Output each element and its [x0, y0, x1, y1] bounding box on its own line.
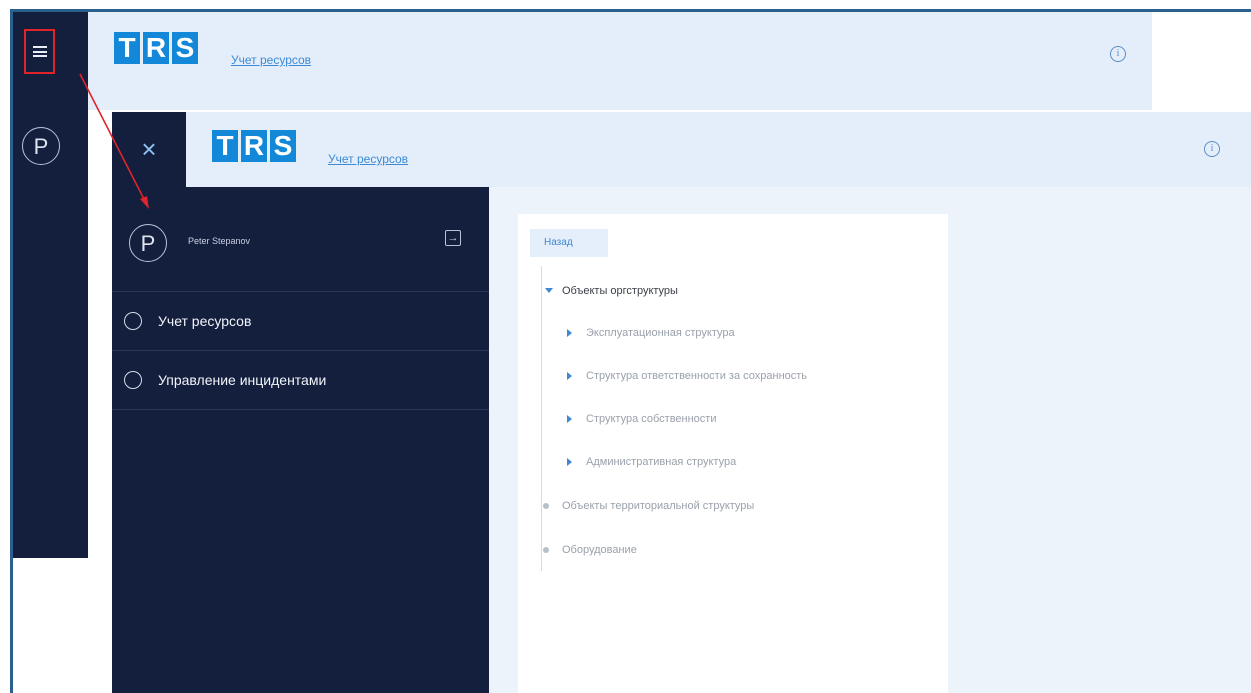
menu-item-label: Управление инцидентами [158, 372, 327, 388]
collapsed-caret-icon [567, 458, 572, 466]
menu-item-resource-accounting[interactable]: Учет ресурсов [112, 292, 489, 351]
background-nav-rail: P [13, 12, 88, 558]
trs-logo[interactable]: T R S [114, 32, 198, 64]
leaf-dot-icon [543, 547, 549, 553]
logout-icon[interactable]: → [445, 230, 461, 246]
overlay-app-link[interactable]: Учет ресурсов [328, 152, 408, 166]
tree-guide-line [541, 266, 542, 571]
background-app-link[interactable]: Учет ресурсов [231, 53, 311, 67]
overlay-header: × T R S Учет ресурсов i [112, 112, 1251, 187]
tree-node-label: Оборудование [562, 544, 637, 556]
tree-node-custody-responsibility[interactable]: Структура ответственности за сохранность [567, 370, 808, 382]
tree-node-territorial[interactable]: Объекты территориальной структуры [543, 500, 755, 512]
menu-item-incident-management[interactable]: Управление инцидентами [112, 351, 489, 410]
hamburger-icon [32, 46, 47, 57]
tree-node-label: Объекты оргструктуры [562, 285, 678, 297]
tree-node-administrative[interactable]: Административная структура [567, 456, 737, 468]
info-icon[interactable]: i [1204, 141, 1220, 157]
background-user-avatar[interactable]: P [22, 127, 60, 165]
collapsed-caret-icon [567, 329, 572, 337]
tree-node-label: Объекты территориальной структуры [562, 500, 755, 512]
tree-node-label: Административная структура [586, 456, 737, 468]
tree-node-label: Структура собственности [586, 413, 717, 425]
user-name: Peter Stepanov [188, 236, 251, 246]
user-profile-row: P Peter Stepanov → [112, 187, 489, 292]
back-button[interactable]: Назад [530, 229, 608, 257]
tree-node-operational[interactable]: Эксплуатационная структура [567, 327, 735, 339]
tree-node-org-structure[interactable]: Объекты оргструктуры [545, 285, 678, 297]
logo-letter-s: S [172, 32, 198, 64]
close-icon: × [141, 134, 157, 164]
navigation-drawer: P Peter Stepanov → Учет ресурсов Управле… [112, 187, 489, 693]
close-menu-button[interactable]: × [112, 112, 186, 187]
logo-letter-t: T [212, 130, 238, 162]
user-avatar[interactable]: P [129, 224, 167, 262]
logo-letter-r: R [241, 130, 267, 162]
logo-letter-r: R [143, 32, 169, 64]
tree-node-label: Эксплуатационная структура [586, 327, 735, 339]
tree-node-ownership[interactable]: Структура собственности [567, 413, 717, 425]
collapsed-caret-icon [567, 372, 572, 380]
collapsed-caret-icon [567, 415, 572, 423]
menu-item-label: Учет ресурсов [158, 313, 252, 329]
tree-node-label: Структура ответственности за сохранность [586, 370, 808, 382]
background-header: T R S Учет ресурсов i [88, 12, 1152, 110]
circle-icon [124, 371, 142, 389]
logo-letter-s: S [270, 130, 296, 162]
circle-icon [124, 312, 142, 330]
expanded-caret-icon [545, 288, 553, 293]
structure-tree-panel: Назад Объекты оргструктуры Эксплуатацион… [518, 214, 948, 693]
trs-logo[interactable]: T R S [212, 130, 296, 162]
leaf-dot-icon [543, 503, 549, 509]
tree-node-equipment[interactable]: Оборудование [543, 544, 637, 556]
logo-letter-t: T [114, 32, 140, 64]
menu-hamburger-button[interactable] [24, 29, 55, 74]
info-icon[interactable]: i [1110, 46, 1126, 62]
